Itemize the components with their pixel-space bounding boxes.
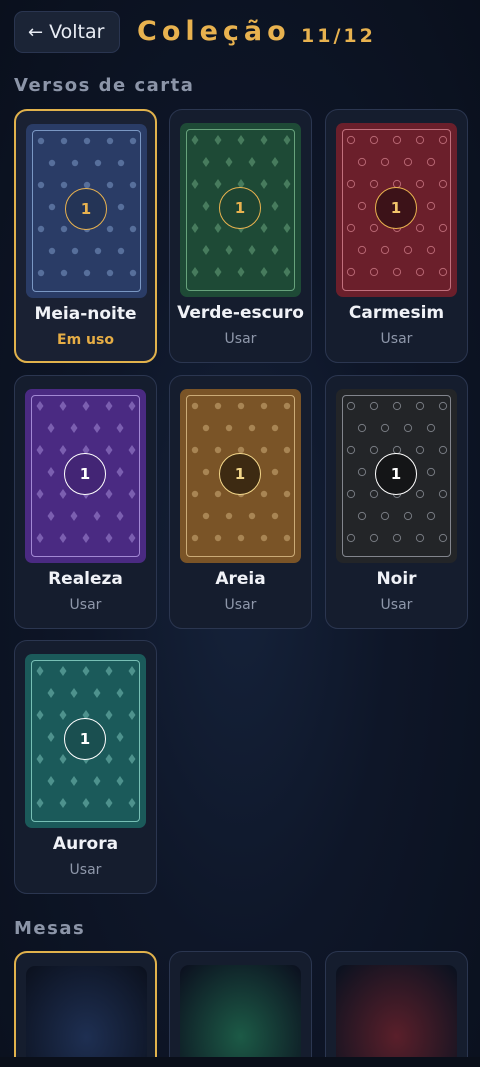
use-button[interactable]: Usar [170,597,311,613]
section-title-card-backs: Versos de carta [14,75,195,96]
card-medallion: 1 [219,187,261,229]
card-medallion: 1 [64,718,106,760]
back-arrow-icon: ← [28,21,44,43]
card-back-tile[interactable]: 1 Areia Usar [169,375,312,629]
back-button-label: Voltar [49,21,105,43]
card-back-tile[interactable]: 1 Aurora Usar [14,640,157,894]
use-button[interactable]: Usar [15,597,156,613]
use-button[interactable]: Usar [326,597,467,613]
use-button[interactable]: Usar [15,862,156,878]
card-back-name: Verde-escuro [177,303,304,323]
card-back-tile[interactable]: 1 Realeza Usar [14,375,157,629]
table-felt-preview [336,965,457,1067]
card-back-name: Realeza [48,569,123,589]
back-button[interactable]: ← Voltar [14,11,120,53]
card-medallion: 1 [64,453,106,495]
card-medallion: 1 [219,453,261,495]
card-back-preview: 1 [25,654,146,828]
card-back-name: Meia-noite [34,304,137,324]
table-felt-preview [180,965,301,1067]
table-tile[interactable] [14,951,157,1067]
in-use-label: Em uso [57,332,114,348]
card-back-preview: 1 [180,389,301,563]
card-back-tile[interactable]: 1 Carmesim Usar [325,109,468,363]
header: ← Voltar Coleção 11/12 [0,0,480,70]
card-back-preview: 1 [25,389,146,563]
use-button[interactable]: Usar [326,331,467,347]
card-back-preview: 1 [26,124,147,298]
collection-count: 11/12 [301,25,376,47]
table-felt-preview [26,966,147,1067]
card-medallion: 1 [375,453,417,495]
card-back-tile[interactable]: 1 Meia-noite Em uso [14,109,157,363]
card-back-tile[interactable]: 1 Verde-escuro Usar [169,109,312,363]
section-title-tables: Mesas [14,918,86,939]
table-tile[interactable] [325,951,468,1067]
page-title: Coleção [137,16,291,47]
card-back-name: Noir [376,569,417,589]
card-back-preview: 1 [336,123,457,297]
bottom-edge [0,1057,480,1067]
card-back-name: Aurora [52,834,119,854]
use-button[interactable]: Usar [170,331,311,347]
card-medallion: 1 [65,188,107,230]
card-back-tile[interactable]: 1 Noir Usar [325,375,468,629]
card-back-preview: 1 [180,123,301,297]
card-back-name: Carmesim [348,303,445,323]
card-back-preview: 1 [336,389,457,563]
card-back-name: Areia [215,569,266,589]
card-medallion: 1 [375,187,417,229]
table-tile[interactable] [169,951,312,1067]
